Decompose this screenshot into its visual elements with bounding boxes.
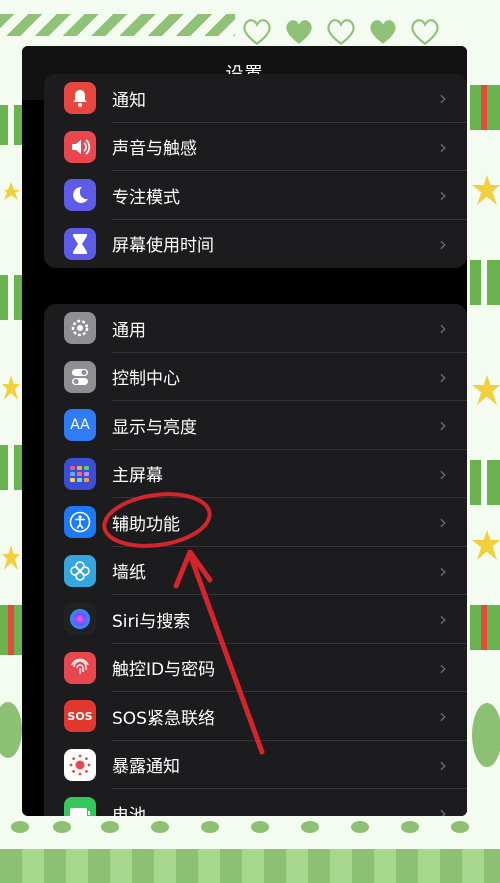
battery-icon (64, 797, 96, 816)
settings-row-label: 显示与亮度 (112, 417, 197, 438)
chevron-right-icon: › (439, 510, 447, 535)
gift-box-icon (470, 260, 500, 305)
star-icon (472, 375, 500, 405)
settings-screen: 设置 通知 › 声音与触感 › 专注模式 › (22, 46, 467, 816)
chevron-right-icon: › (439, 704, 447, 729)
settings-row-display[interactable]: AA 显示与亮度 › (44, 401, 467, 450)
fingerprint-icon (64, 651, 96, 684)
settings-row-general[interactable]: 通用 › (44, 304, 467, 353)
settings-row-sounds[interactable]: 声音与触感 › (44, 123, 467, 171)
hourglass-icon (64, 227, 96, 260)
gift-box-icon (470, 460, 500, 505)
chevron-right-icon: › (439, 183, 447, 208)
gift-box-icon (0, 275, 22, 320)
settings-row-label: 触控ID与密码 (112, 660, 216, 681)
settings-row-notifications[interactable]: 通知 › (44, 74, 467, 123)
chevron-right-icon: › (439, 752, 447, 777)
settings-row-label: 屏幕使用时间 (112, 236, 214, 257)
chevron-right-icon: › (439, 364, 447, 389)
toggle-icon (64, 360, 96, 393)
settings-row-label: 通知 (112, 90, 146, 111)
heart-outline-icon (411, 19, 439, 46)
text-size-icon: AA (64, 409, 96, 442)
settings-row-control-center[interactable]: 控制中心 › (44, 353, 467, 401)
settings-row-home-screen[interactable]: 主屏幕 › (44, 450, 467, 498)
gift-box-icon (470, 85, 500, 130)
chevron-right-icon: › (439, 413, 447, 438)
settings-row-label: SOS紧急联络 (112, 708, 215, 729)
settings-row-label: 电池 (112, 805, 146, 816)
chevron-right-icon: › (439, 655, 447, 680)
star-icon (472, 530, 500, 560)
chevron-right-icon: › (439, 231, 447, 256)
settings-row-label: 暴露通知 (112, 757, 180, 778)
heart-outline-icon (327, 19, 355, 46)
settings-row-label: 通用 (112, 320, 146, 341)
gift-box-icon (0, 105, 22, 145)
settings-row-siri[interactable]: Siri与搜索 › (44, 595, 467, 644)
chevron-right-icon: › (439, 461, 447, 486)
gift-box-icon (0, 445, 22, 490)
accessibility-icon (64, 506, 96, 539)
grass-strip (0, 849, 500, 883)
chevron-right-icon: › (439, 316, 447, 341)
settings-row-label: 专注模式 (112, 187, 180, 208)
bean-character-icon (0, 702, 22, 758)
star-icon (472, 175, 500, 205)
chevron-right-icon: › (439, 607, 447, 632)
settings-row-accessibility[interactable]: 辅助功能 › (44, 498, 467, 547)
bottom-decoration (0, 813, 500, 883)
settings-row-touch-id[interactable]: 触控ID与密码 › (44, 644, 467, 692)
star-icon (4, 182, 20, 200)
settings-row-battery[interactable]: 电池 › (44, 789, 467, 816)
grid-icon (64, 457, 96, 490)
sprout-row-icon (11, 821, 469, 833)
bean-character-icon (472, 703, 500, 767)
settings-row-label: 声音与触感 (112, 139, 197, 160)
chevron-right-icon: › (439, 86, 447, 111)
settings-group-1: 通知 › 声音与触感 › 专注模式 › 屏幕使用时间 › (44, 74, 467, 268)
siri-icon (64, 603, 96, 636)
settings-row-focus[interactable]: 专注模式 › (44, 171, 467, 220)
settings-row-emergency-sos[interactable]: SOS SOS紧急联络 › (44, 692, 467, 741)
exposure-icon (64, 748, 96, 781)
chevron-right-icon: › (439, 558, 447, 583)
settings-group-2: 通用 › 控制中心 › AA 显示与亮度 › 主屏幕 › 辅助功能 › 墙纸 ›… (44, 304, 467, 816)
settings-row-wallpaper[interactable]: 墙纸 › (44, 547, 467, 595)
heart-filled-icon (370, 20, 396, 44)
heart-outline-icon (243, 19, 271, 46)
gift-box-icon (0, 605, 22, 655)
heart-filled-icon (286, 20, 312, 44)
star-icon (2, 375, 20, 400)
chevron-right-icon: › (439, 801, 447, 816)
speaker-icon (64, 130, 96, 163)
moon-icon (64, 179, 96, 212)
gear-icon (64, 312, 96, 345)
settings-row-label: Siri与搜索 (112, 611, 191, 632)
hearts-decoration (240, 14, 442, 48)
sos-icon: SOS (64, 700, 96, 733)
settings-row-label: 墙纸 (112, 563, 146, 584)
flower-icon (64, 554, 96, 587)
settings-row-label: 辅助功能 (112, 514, 180, 535)
top-stripe-decoration (0, 14, 235, 36)
gift-box-icon (470, 605, 500, 650)
star-icon (2, 545, 20, 570)
settings-row-label: 主屏幕 (112, 466, 163, 487)
chevron-right-icon: › (439, 134, 447, 159)
settings-row-exposure[interactable]: 暴露通知 › (44, 741, 467, 789)
bell-icon (64, 82, 96, 115)
settings-row-screen-time[interactable]: 屏幕使用时间 › (44, 220, 467, 269)
settings-row-label: 控制中心 (112, 369, 180, 390)
